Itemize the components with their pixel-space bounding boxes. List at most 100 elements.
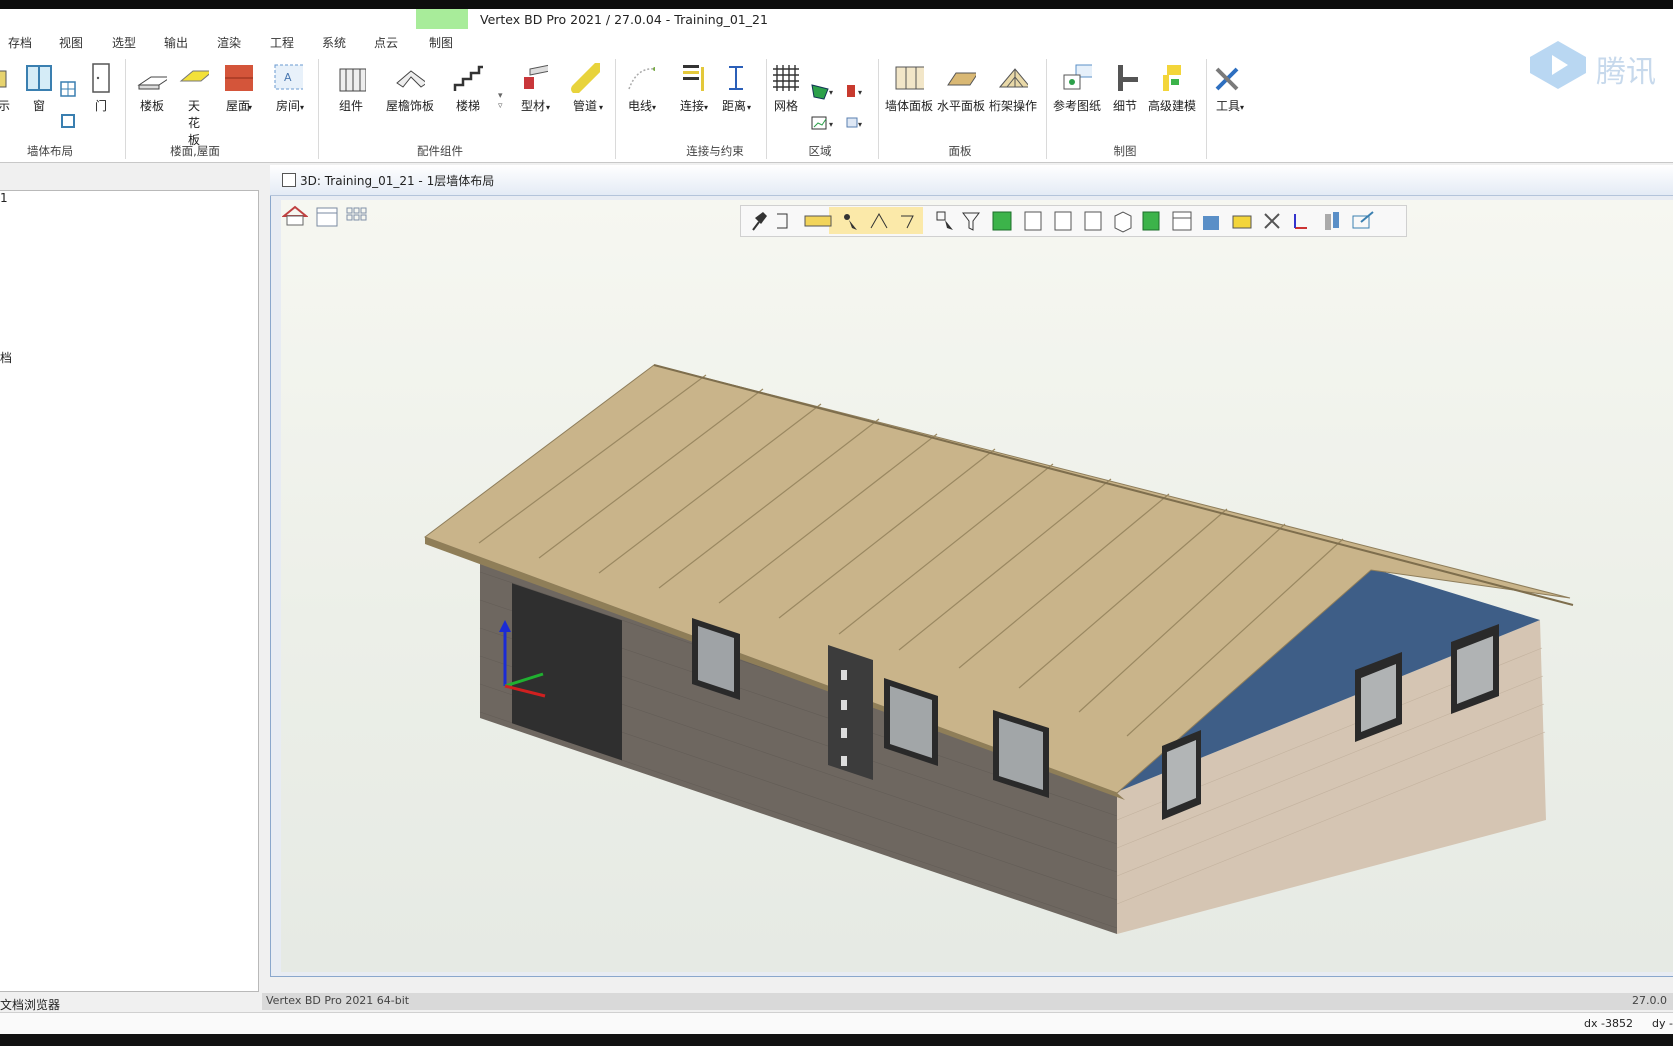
window-grid-icon[interactable] — [60, 81, 76, 100]
tab-output[interactable]: 输出 — [164, 34, 188, 51]
region-hatch-icon[interactable]: ▾ — [810, 113, 838, 136]
region-green-icon[interactable]: ▾ — [810, 81, 838, 104]
tab-project[interactable]: 工程 — [270, 34, 294, 51]
status-app: Vertex BD Pro 2021 64-bit — [266, 994, 410, 1007]
wall-panel-button[interactable]: 墙体面板 — [884, 63, 934, 114]
view-layout-icon[interactable] — [316, 207, 338, 230]
advanced-modeling-icon — [1163, 65, 1181, 91]
select-icon — [936, 211, 953, 230]
tree-item[interactable]: 1 — [0, 191, 8, 205]
profile-icon — [524, 64, 548, 89]
region-red-icon[interactable]: ▾ — [845, 81, 869, 104]
distance-dropdown-icon[interactable]: ▾ — [747, 103, 751, 112]
status-version: 27.0.0 — [1632, 994, 1667, 1007]
bottom-edge — [0, 1034, 1673, 1046]
rotate-icon — [777, 213, 788, 229]
ribbon-scroll-icon[interactable]: ▾ ▿ — [498, 91, 503, 111]
select-box-icon — [1142, 211, 1160, 231]
grid-button[interactable]: 网格 — [768, 63, 804, 114]
ribbon-separator — [878, 59, 879, 159]
room-icon: A — [274, 64, 303, 90]
window-icon — [26, 65, 52, 91]
door-button[interactable]: 门 — [88, 63, 114, 114]
ribbon-separator — [1046, 59, 1047, 159]
detail-icon — [1118, 65, 1138, 91]
iso-view-icon — [1114, 211, 1132, 233]
group-region: 区域 — [808, 144, 832, 158]
component-button[interactable]: 组件 — [330, 63, 372, 114]
view-window-icon — [282, 173, 296, 187]
svg-text:▾: ▾ — [829, 120, 833, 129]
tab-view[interactable]: 视图 — [59, 34, 83, 51]
detail-button[interactable]: 细节 — [1106, 63, 1144, 114]
ribbon-separator — [125, 59, 126, 159]
svg-text:A: A — [284, 71, 292, 84]
front-door — [828, 645, 873, 780]
ceiling-icon — [179, 70, 209, 82]
model-canvas[interactable] — [281, 200, 1673, 972]
view-grid-icon[interactable] — [346, 207, 368, 230]
wire-icon — [628, 67, 655, 90]
pin-icon — [752, 212, 767, 231]
ribbon: Vertex BD Pro 2021 / 27.0.04 - Training_… — [0, 9, 1673, 163]
front-view-icon — [1024, 211, 1042, 231]
export-view-icon — [1352, 211, 1374, 229]
floor-button[interactable]: 楼板 — [134, 63, 170, 114]
horizontal-panel-button[interactable]: 水平面板 — [936, 63, 986, 114]
ceiling-button[interactable]: 天花板 — [176, 63, 212, 148]
reference-drawing-button[interactable]: 参考图纸 — [1050, 63, 1104, 114]
roof-icon — [225, 65, 253, 91]
coordinate-bar: dx -3852 dy - — [0, 1012, 1673, 1035]
dx-readout: dx -3852 — [1584, 1017, 1633, 1030]
tab-point-cloud[interactable]: 点云 — [374, 34, 398, 51]
wall-button[interactable]: 示 — [0, 63, 16, 114]
stairs-button[interactable]: 楼梯 — [450, 63, 486, 114]
watermark-logo-icon — [1528, 39, 1588, 92]
group-panel: 面板 — [948, 144, 972, 158]
roof-dropdown-icon[interactable]: ▾ — [248, 103, 252, 112]
tools-icon — [1215, 67, 1239, 91]
group-connection-constraint: 连接与约束 — [686, 144, 744, 158]
profile-dropdown-icon[interactable]: ▾ — [546, 103, 550, 112]
home-view-icon[interactable] — [281, 205, 309, 230]
group-wall-layout: 墙体布局 — [27, 144, 73, 158]
tab-highlight — [416, 9, 468, 29]
ribbon-separator — [318, 59, 319, 159]
solid-view-icon — [992, 211, 1012, 231]
svg-text:▾: ▾ — [829, 88, 833, 97]
tab-render[interactable]: 渲染 — [217, 34, 241, 51]
tab-system[interactable]: 系统 — [322, 34, 346, 51]
document-browser-tab[interactable]: 文档浏览器 — [0, 996, 60, 1013]
panels-icon — [1325, 212, 1339, 230]
ribbon-separator — [615, 59, 616, 159]
window-button[interactable]: 窗 — [24, 63, 54, 114]
room-dropdown-icon[interactable]: ▾ — [300, 103, 304, 112]
region-box-icon[interactable]: ▾ — [845, 113, 869, 136]
window-title: Vertex BD Pro 2021 / 27.0.04 - Training_… — [480, 12, 768, 27]
advanced-modeling-button[interactable]: 高级建模 — [1146, 63, 1198, 114]
svg-text:▾: ▾ — [858, 120, 862, 129]
truss-operation-button[interactable]: 桁架操作 — [988, 63, 1038, 114]
tab-select[interactable]: 选型 — [112, 34, 136, 51]
side-view-icon — [1054, 211, 1072, 231]
connection-dropdown-icon[interactable]: ▾ — [704, 103, 708, 112]
ribbon-separator — [766, 59, 767, 159]
viewport-titlebar: 3D: Training_01_21 - 1层墙体布局 — [270, 165, 1673, 196]
document-browser-tree[interactable]: 1 档 — [0, 190, 259, 992]
floor-icon — [137, 76, 167, 90]
tools-dropdown-icon[interactable]: ▾ — [1240, 103, 1244, 112]
eave-trim-button[interactable]: 屋檐饰板 — [384, 63, 436, 114]
tab-drafting[interactable]: 制图 — [429, 34, 453, 51]
measure-icon — [804, 215, 832, 227]
pipe-dropdown-icon[interactable]: ▾ — [599, 103, 603, 112]
section-icon — [1203, 216, 1219, 230]
pipe-icon — [571, 63, 600, 93]
tree-item[interactable]: 档 — [0, 349, 12, 366]
dy-readout: dy - — [1652, 1017, 1673, 1030]
wire-dropdown-icon[interactable]: ▾ — [652, 103, 656, 112]
watermark-text: 腾讯 — [1596, 55, 1656, 90]
filter-icon — [962, 212, 980, 231]
viewport-title: 3D: Training_01_21 - 1层墙体布局 — [300, 174, 495, 188]
tab-archive[interactable]: 存档 — [8, 34, 32, 51]
window-frame-icon[interactable] — [60, 113, 76, 132]
